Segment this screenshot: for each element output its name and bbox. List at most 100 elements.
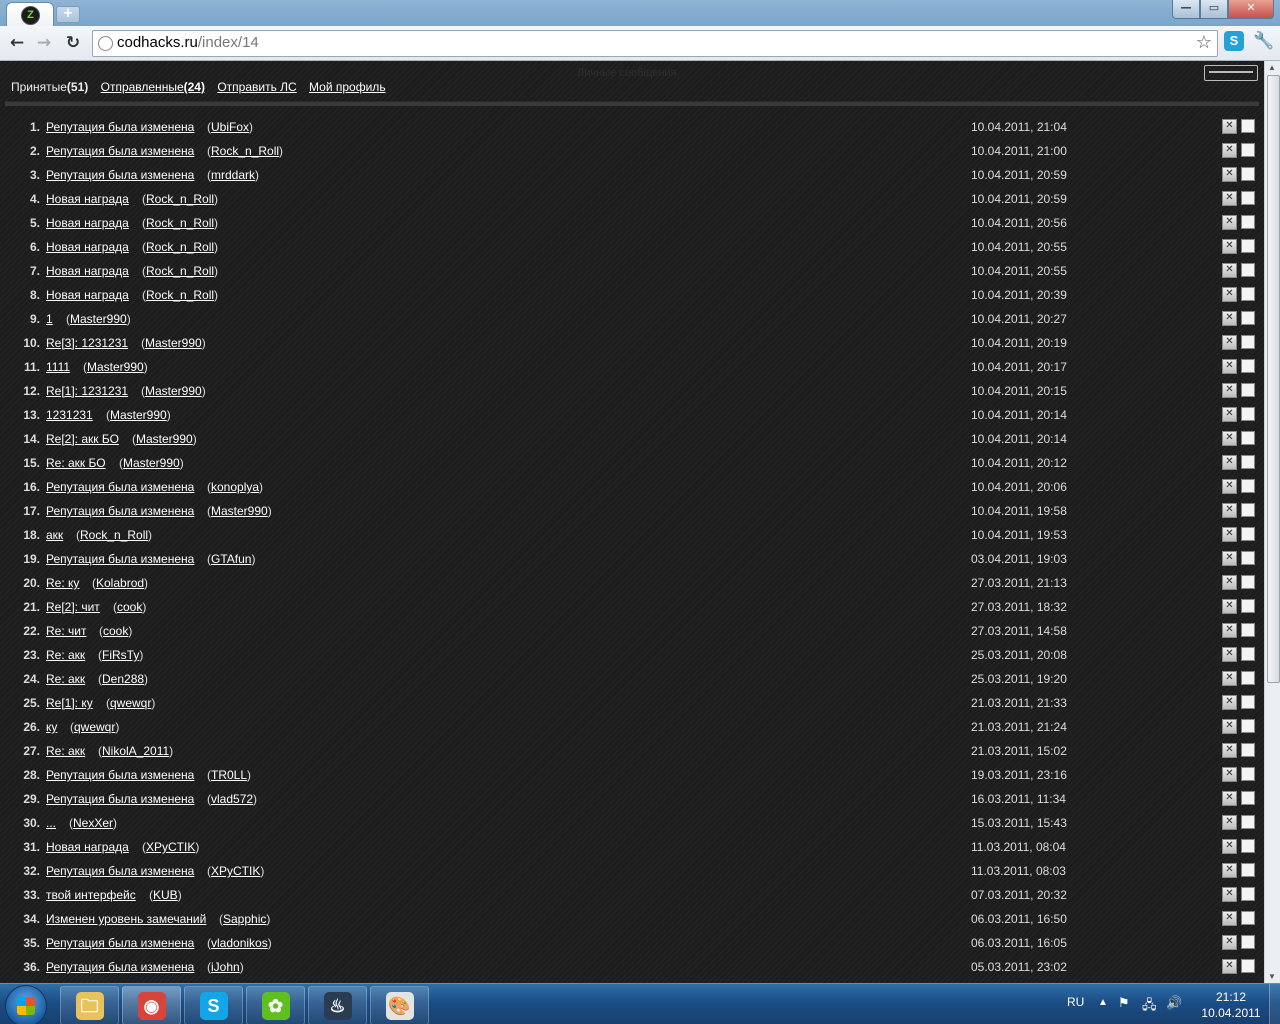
delete-icon[interactable]: ✕ (1222, 815, 1237, 830)
scroll-down-icon[interactable]: ▼ (1268, 972, 1276, 981)
delete-icon[interactable]: ✕ (1222, 287, 1237, 302)
select-checkbox[interactable] (1241, 719, 1255, 733)
delete-icon[interactable]: ✕ (1222, 551, 1237, 566)
delete-icon[interactable]: ✕ (1222, 359, 1237, 374)
select-checkbox[interactable] (1241, 671, 1255, 685)
skype-extension-icon[interactable]: S (1224, 31, 1244, 51)
author-link[interactable]: cook (117, 600, 142, 614)
delete-icon[interactable]: ✕ (1222, 215, 1237, 230)
message-subject-link[interactable]: Re: чит (46, 624, 86, 638)
taskbar-app-skype[interactable]: S (184, 986, 243, 1024)
delete-icon[interactable]: ✕ (1222, 671, 1237, 686)
select-checkbox[interactable] (1241, 863, 1255, 877)
delete-icon[interactable]: ✕ (1222, 479, 1237, 494)
message-subject-link[interactable]: Репутация была изменена (46, 504, 194, 518)
message-subject-link[interactable]: Репутация была изменена (46, 864, 194, 878)
author-link[interactable]: qwewqr (74, 720, 115, 734)
delete-icon[interactable]: ✕ (1222, 167, 1237, 182)
delete-icon[interactable]: ✕ (1222, 599, 1237, 614)
select-checkbox[interactable] (1241, 503, 1255, 517)
author-link[interactable]: TR0LL (211, 768, 247, 782)
my-profile-link[interactable]: Мой профиль (309, 80, 386, 94)
message-subject-link[interactable]: Re[1]: ку (46, 696, 93, 710)
delete-icon[interactable]: ✕ (1222, 239, 1237, 254)
author-link[interactable]: konoplya (211, 480, 259, 494)
delete-icon[interactable]: ✕ (1222, 383, 1237, 398)
star-icon[interactable]: ☆ (1196, 32, 1212, 53)
action-center-icon[interactable]: ⚑ (1118, 996, 1130, 1011)
delete-icon[interactable]: ✕ (1222, 791, 1237, 806)
author-link[interactable]: Master990 (110, 408, 167, 422)
select-checkbox[interactable] (1241, 431, 1255, 445)
message-subject-link[interactable]: Репутация была изменена (46, 480, 194, 494)
author-link[interactable]: Kolabrod (96, 576, 144, 590)
select-checkbox[interactable] (1241, 551, 1255, 565)
delete-icon[interactable]: ✕ (1222, 839, 1237, 854)
author-link[interactable]: XPyCTIK (211, 864, 260, 878)
author-link[interactable]: Rock_n_Roll (146, 192, 214, 206)
delete-icon[interactable]: ✕ (1222, 455, 1237, 470)
message-subject-link[interactable]: твой интерфейс (46, 888, 136, 902)
select-checkbox[interactable] (1241, 383, 1255, 397)
author-link[interactable]: mrddark (211, 168, 255, 182)
delete-icon[interactable]: ✕ (1222, 311, 1237, 326)
select-checkbox[interactable] (1241, 335, 1255, 349)
select-checkbox[interactable] (1241, 167, 1255, 181)
author-link[interactable]: Rock_n_Roll (80, 528, 148, 542)
author-link[interactable]: NikolA_2011 (102, 744, 169, 758)
wrench-icon[interactable]: 🔧 (1253, 31, 1274, 51)
delete-icon[interactable]: ✕ (1222, 335, 1237, 350)
select-checkbox[interactable] (1241, 239, 1255, 253)
message-subject-link[interactable]: Репутация была изменена (46, 120, 194, 134)
author-link[interactable]: Master990 (87, 360, 144, 374)
author-link[interactable]: vladonikos (211, 936, 268, 950)
author-link[interactable]: Den288 (102, 672, 144, 686)
message-subject-link[interactable]: Репутация была изменена (46, 936, 194, 950)
sent-tab[interactable]: Отправленные(24) (101, 80, 205, 94)
message-subject-link[interactable]: Репутация была изменена (46, 792, 194, 806)
author-link[interactable]: cook (103, 624, 128, 638)
author-link[interactable]: Rock_n_Roll (211, 144, 279, 158)
scrollbar-thumb[interactable] (1267, 75, 1280, 683)
select-checkbox[interactable] (1241, 887, 1255, 901)
author-link[interactable]: Master990 (136, 432, 193, 446)
message-subject-link[interactable]: акк (46, 528, 63, 542)
message-subject-link[interactable]: Новая награда (46, 264, 129, 278)
author-link[interactable]: Rock_n_Roll (146, 264, 214, 278)
close-button[interactable]: ✕ (1228, 0, 1274, 19)
author-link[interactable]: NexXer (73, 816, 113, 830)
new-tab-button[interactable]: + (56, 6, 80, 23)
delete-icon[interactable]: ✕ (1222, 119, 1237, 134)
select-checkbox[interactable] (1241, 455, 1255, 469)
author-link[interactable]: XPyCTIK (146, 840, 195, 854)
message-subject-link[interactable]: 1 (46, 312, 53, 326)
message-subject-link[interactable]: ... (46, 816, 56, 830)
delete-icon[interactable]: ✕ (1222, 143, 1237, 158)
select-checkbox[interactable] (1241, 407, 1255, 421)
message-subject-link[interactable]: Re: ку (46, 576, 79, 590)
language-indicator[interactable]: RU (1067, 995, 1084, 1009)
author-link[interactable]: Master990 (145, 384, 202, 398)
message-subject-link[interactable]: Репутация была изменена (46, 552, 194, 566)
select-checkbox[interactable] (1241, 287, 1255, 301)
select-checkbox[interactable] (1241, 743, 1255, 757)
select-checkbox[interactable] (1241, 695, 1255, 709)
select-checkbox[interactable] (1241, 815, 1255, 829)
select-checkbox[interactable] (1241, 191, 1255, 205)
select-checkbox[interactable] (1241, 479, 1255, 493)
delete-icon[interactable]: ✕ (1222, 647, 1237, 662)
volume-icon[interactable]: 🔊 (1166, 996, 1182, 1011)
clock[interactable]: 21:12 10.04.2011 (1192, 989, 1270, 1021)
author-link[interactable]: qwewqr (110, 696, 151, 710)
select-checkbox[interactable] (1241, 119, 1255, 133)
tray-expand-icon[interactable]: ▲ (1098, 997, 1108, 1008)
address-bar[interactable]: codhacks.ru/index/14 ☆ (92, 30, 1218, 57)
browser-tab[interactable]: Z (6, 2, 54, 27)
select-checkbox[interactable] (1241, 647, 1255, 661)
message-subject-link[interactable]: Re[2]: акк БО (46, 432, 119, 446)
delete-icon[interactable]: ✕ (1222, 743, 1237, 758)
message-subject-link[interactable]: Re: акк (46, 744, 85, 758)
message-subject-link[interactable]: Re[3]: 1231231 (46, 336, 128, 350)
message-subject-link[interactable]: Репутация была изменена (46, 144, 194, 158)
select-checkbox[interactable] (1241, 911, 1255, 925)
